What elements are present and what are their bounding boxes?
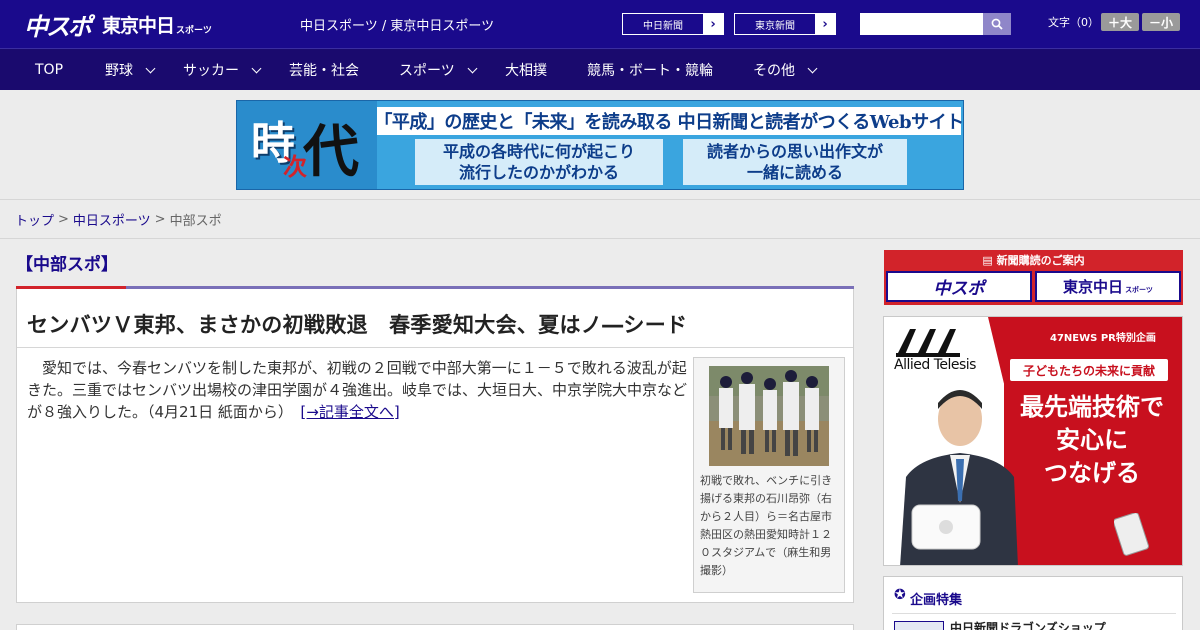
nav-item-label: その他 <box>753 63 795 79</box>
main-nav: TOP 野球 サッカー 芸能・社会 スポーツ 大相撲 競馬・ボート・競輪 その他 <box>0 48 1200 90</box>
banner-logo-end: 代 <box>303 119 359 185</box>
breadcrumb-separator: > <box>58 212 69 227</box>
nav-item-sports[interactable]: スポーツ <box>399 49 478 91</box>
subscription-heading: ▤ 新聞購読のご案内 <box>884 252 1183 268</box>
baseball-players-photo <box>709 366 829 466</box>
nav-item-entertainment[interactable]: 芸能・社会 <box>289 49 359 91</box>
nav-item-label: 野球 <box>105 63 133 79</box>
nav-item-label: サッカー <box>183 63 239 79</box>
banner-box-right-line2: 一緒に読める <box>746 163 843 182</box>
ad-brand-name: Allied Telesis <box>894 357 976 373</box>
chevron-down-icon <box>145 63 156 73</box>
nav-item-top[interactable]: TOP <box>35 49 63 91</box>
logo-tokyo-chunichi: 東京中日 <box>102 14 175 37</box>
site-title: 中日スポーツ / 東京中日スポーツ <box>300 19 495 34</box>
font-decrease-button[interactable]: －小 <box>1142 13 1180 31</box>
photo-caption: 初戦で敗れ、ベンチに引き揚げる東邦の石川昂弥（右から２人目）ら＝名古屋市熱田区の… <box>700 474 833 577</box>
breadcrumb-current: 中部スポ <box>169 214 222 229</box>
read-full-article-link[interactable]: [→記事全文へ] <box>300 403 399 421</box>
tokyo-shimbun-link[interactable]: 東京新聞 › <box>734 13 836 35</box>
chevron-down-icon <box>467 63 478 73</box>
ad-headline: 最先端技術で 安心に つなげる <box>1002 391 1182 490</box>
logo-chunichi-sports: 中スポ <box>24 12 92 41</box>
article-card: センバツＶ東邦、まさかの初戦敗退 春季愛知大会、夏はノ―シード 愛知では、今春セ… <box>16 289 854 603</box>
chevron-right-icon: › <box>710 16 716 32</box>
ribbon-icon: ✪ <box>894 587 906 603</box>
nav-item-label: 大相撲 <box>505 63 547 79</box>
chunichi-shimbun-link[interactable]: 中日新聞 › <box>622 13 724 35</box>
subscribe-tokyo-chunichi-label: 東京中日 <box>1063 278 1124 296</box>
ad-tablet-image <box>1114 513 1149 556</box>
breadcrumb: トップ > 中日スポーツ > 中部スポ <box>0 201 1200 239</box>
ad-headline-line1: 最先端技術で <box>1020 393 1164 421</box>
banner-box-right-line1: 読者からの思い出作文が <box>706 142 883 161</box>
breadcrumb-chunichi-sports[interactable]: 中日スポーツ <box>73 210 151 229</box>
next-article-card <box>16 624 854 630</box>
nav-item-racing[interactable]: 競馬・ボート・競輪 <box>587 49 713 91</box>
nav-item-baseball[interactable]: 野球 <box>105 49 156 91</box>
subscription-box: ▤ 新聞購読のご案内 中スポ 東京中日 スポーツ <box>884 250 1183 305</box>
article-divider <box>17 347 853 348</box>
subscribe-chunichi-sports-label: 中スポ <box>933 279 985 299</box>
font-size-label: 文字（0） <box>1048 16 1099 29</box>
subscribe-tokyo-chunichi-button[interactable]: 東京中日 スポーツ <box>1035 271 1181 302</box>
banner-box-left-line1: 平成の各時代に何が起こり <box>442 142 635 161</box>
nav-item-label: 競馬・ボート・競輪 <box>587 63 713 79</box>
article-photo[interactable] <box>709 366 829 466</box>
breadcrumb-top[interactable]: トップ <box>15 210 54 229</box>
search-input[interactable] <box>860 13 983 35</box>
feature-item-thumbnail[interactable] <box>894 621 944 630</box>
banner-box-left-line2: 流行したのかがわかる <box>458 163 619 182</box>
subscription-heading-text: 新聞購読のご案内 <box>996 254 1085 267</box>
ad-headline-line2: 安心に <box>1056 426 1128 454</box>
nav-item-label: TOP <box>35 62 64 78</box>
nav-item-other[interactable]: その他 <box>753 49 818 91</box>
nav-item-soccer[interactable]: サッカー <box>183 49 262 91</box>
banner-headline: 「平成」の歴史と「未来」を読み取る 中日新聞と読者がつくるWebサイト <box>374 107 963 135</box>
search-icon <box>991 18 1003 30</box>
font-increase-button[interactable]: ＋大 <box>1101 13 1139 31</box>
feature-item-link[interactable]: 中日新聞ドラゴンズショップ <box>950 619 1106 630</box>
feature-section: ✪ 企画特集 中日新聞ドラゴンズショップ <box>883 576 1183 630</box>
nav-item-label: スポーツ <box>399 63 455 79</box>
banner-box-right: 読者からの思い出作文が 一緒に読める <box>683 139 907 185</box>
logo-sports-small: スポーツ <box>176 25 212 36</box>
feature-title: 企画特集 <box>910 593 963 608</box>
article-body: 愛知では、今春センバツを制した東邦が、初戦の２回戦で中部大第一に１－５で敗れる波… <box>27 357 687 423</box>
banner-box-left: 平成の各時代に何が起こり 流行したのかがわかる <box>415 139 663 185</box>
article-photo-box: 初戦で敗れ、ベンチに引き揚げる東邦の石川昂弥（右から２人目）ら＝名古屋市熱田区の… <box>693 357 845 593</box>
tokyo-shimbun-label: 東京新聞 <box>735 14 815 34</box>
banner-logo: 時 次 代 <box>237 101 377 189</box>
feature-divider <box>892 613 1176 614</box>
ad-headline-line3: つなげる <box>1044 459 1140 487</box>
allied-telesis-logo-icon <box>896 329 960 357</box>
site-logo[interactable]: 中スポ 東京中日 スポーツ <box>24 8 212 41</box>
chevron-down-icon <box>807 63 818 73</box>
breadcrumb-separator: > <box>154 212 166 227</box>
ad-pr-label: 47NEWS PR特別企画 <box>1050 333 1156 344</box>
chunichi-shimbun-label: 中日新聞 <box>623 14 703 34</box>
nav-item-label: 芸能・社会 <box>289 63 359 79</box>
chevron-down-icon <box>251 63 262 73</box>
top-bar: 中スポ 東京中日 スポーツ 中日スポーツ / 東京中日スポーツ 中日新聞 › 東… <box>0 0 1200 48</box>
article-title[interactable]: センバツＶ東邦、まさかの初戦敗退 春季愛知大会、夏はノ―シード <box>27 309 687 339</box>
jijidai-banner-ad[interactable]: 時 次 代 「平成」の歴史と「未来」を読み取る 中日新聞と読者がつくるWebサイ… <box>236 100 964 190</box>
nav-item-sumo[interactable]: 大相撲 <box>505 49 547 91</box>
banner-area: 時 次 代 「平成」の歴史と「未来」を読み取る 中日新聞と読者がつくるWebサイ… <box>0 90 1200 200</box>
newspaper-icon: ▤ <box>982 254 997 267</box>
subscribe-tokyo-chunichi-small: スポーツ <box>1125 285 1153 294</box>
section-title: 【中部スポ】 <box>16 255 118 275</box>
ad-person-figure <box>900 390 1018 565</box>
chevron-right-icon: › <box>822 16 828 32</box>
allied-telesis-ad[interactable]: Allied Telesis 47NEWS PR特別企画 子どもたちの未来に貢献… <box>883 316 1183 566</box>
subscribe-chunichi-sports-button[interactable]: 中スポ <box>886 271 1032 302</box>
ad-pill: 子どもたちの未来に貢献 <box>1010 359 1168 381</box>
search-button[interactable] <box>983 13 1011 35</box>
